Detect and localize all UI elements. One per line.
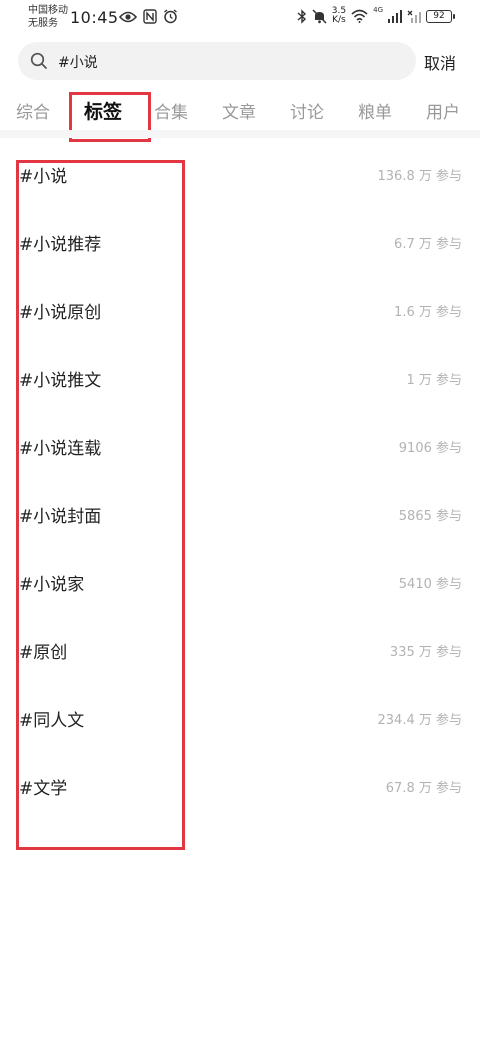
search-query-text: #小说 bbox=[58, 55, 98, 71]
status-bar: 中国移动 无服务 10:45 3.5 K/s 4G 92 bbox=[0, 0, 480, 36]
tag-participant-count: 5865 参与 bbox=[398, 509, 462, 524]
signal-type-label: 4G bbox=[373, 6, 383, 14]
tab-discussions[interactable]: 讨论 bbox=[290, 98, 324, 123]
nfc-icon bbox=[143, 9, 157, 24]
tag-participant-count: 234.4 万 参与 bbox=[377, 713, 462, 728]
network-speed: 3.5 K/s bbox=[332, 7, 346, 25]
tab-collections[interactable]: 合集 bbox=[154, 98, 188, 123]
tag-participant-count: 6.7 万 参与 bbox=[394, 237, 462, 252]
status-time: 10:45 bbox=[70, 8, 119, 27]
network-speed-unit: K/s bbox=[332, 15, 346, 25]
battery-indicator: 92 bbox=[426, 9, 455, 23]
signal-icon bbox=[388, 9, 402, 23]
tag-participant-count: 1 万 参与 bbox=[406, 373, 462, 388]
tag-participant-count: 335 万 参与 bbox=[389, 645, 462, 660]
alarm-icon bbox=[164, 9, 177, 24]
status-icons-right: 3.5 K/s 4G 92 bbox=[297, 6, 455, 25]
search-input[interactable]: #小说 bbox=[18, 42, 416, 80]
cancel-button[interactable]: 取消 bbox=[424, 50, 456, 74]
tag-participant-count: 67.8 万 参与 bbox=[385, 781, 462, 796]
tab-users[interactable]: 用户 bbox=[426, 98, 460, 123]
tag-participant-count: 1.6 万 参与 bbox=[394, 305, 462, 320]
wifi-icon bbox=[351, 9, 368, 23]
carrier-info: 中国移动 无服务 bbox=[28, 4, 68, 30]
tab-comprehensive[interactable]: 综合 bbox=[16, 98, 50, 123]
carrier-service: 无服务 bbox=[28, 18, 58, 29]
tab-food-lists[interactable]: 粮单 bbox=[358, 98, 392, 123]
eye-icon bbox=[119, 11, 137, 22]
section-divider bbox=[0, 130, 480, 138]
tag-list-highlight-box bbox=[16, 160, 185, 850]
search-icon bbox=[30, 52, 47, 69]
status-icons-left bbox=[119, 9, 178, 24]
mute-bell-icon bbox=[312, 8, 327, 24]
carrier-name: 中国移动 bbox=[28, 5, 68, 16]
tag-participant-count: 9106 参与 bbox=[398, 441, 462, 456]
tag-participant-count: 5410 参与 bbox=[398, 577, 462, 592]
tag-participant-count: 136.8 万 参与 bbox=[377, 169, 462, 184]
bluetooth-icon bbox=[297, 8, 306, 24]
no-sim-signal-icon bbox=[407, 10, 421, 23]
tab-articles[interactable]: 文章 bbox=[222, 98, 256, 123]
